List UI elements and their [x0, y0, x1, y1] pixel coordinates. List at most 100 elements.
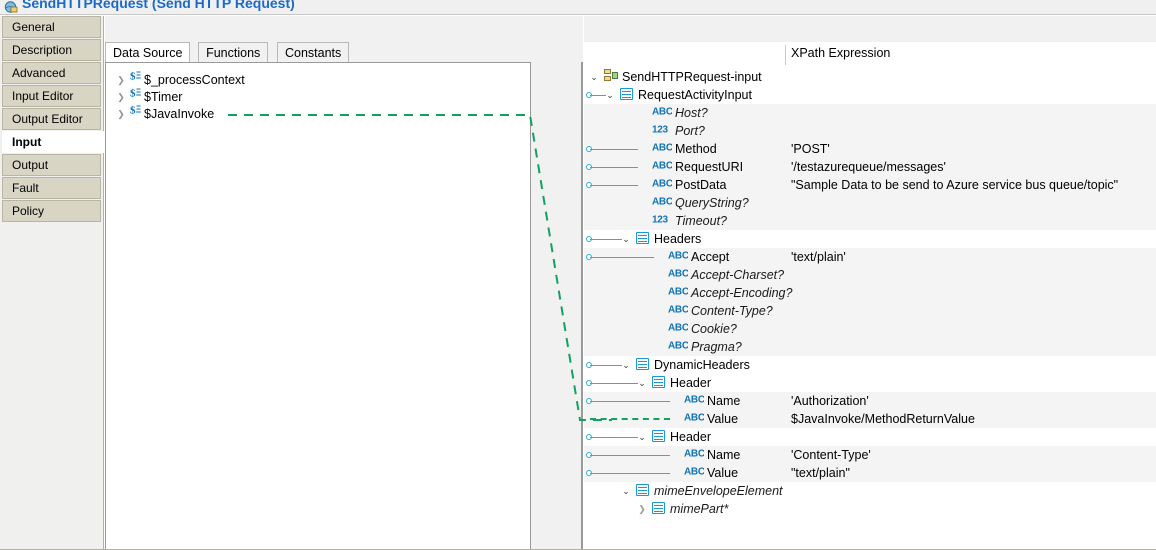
tree-row[interactable]: ABCName'Authorization': [584, 392, 1156, 410]
xpath-expression-value[interactable]: 'Authorization': [791, 392, 869, 410]
tree-row[interactable]: ABCPragma?: [584, 338, 1156, 356]
element-icon: [636, 356, 649, 374]
abc-type-icon: ABC: [668, 338, 688, 356]
tree-row[interactable]: ⌄ mimeEnvelopeElement: [584, 482, 1156, 500]
tree-row-label: Port?: [675, 122, 705, 140]
activity-input-mapper: SendHTTPRequest (Send HTTP Request) Gene…: [0, 0, 1156, 550]
svg-text:ABC: ABC: [668, 287, 688, 298]
target-tree-column-header: XPath Expression: [584, 42, 1156, 68]
tree-row[interactable]: ABCContent-Type?: [584, 302, 1156, 320]
tree-row[interactable]: ABCHost?: [584, 104, 1156, 122]
chevron-right-icon[interactable]: ❯: [114, 105, 128, 123]
data-source-item[interactable]: ❯$$Timer: [114, 87, 182, 105]
target-tree-panel: XPath Expression ⌄SendHTTPRequest-input⌄…: [584, 16, 1156, 550]
tree-row-label: Cookie?: [691, 320, 737, 338]
svg-text:123: 123: [652, 215, 669, 226]
xpath-expression-value[interactable]: '/testazurequeue/messages': [791, 158, 946, 176]
xpath-expression-value[interactable]: "Sample Data to be send to Azure service…: [791, 176, 1118, 194]
svg-text:ABC: ABC: [652, 197, 672, 208]
abc-type-icon: ABC: [668, 266, 688, 284]
tree-row-label: Content-Type?: [691, 302, 773, 320]
data-source-tree[interactable]: ❯$$_processContext❯$$Timer❯$$JavaInvoke: [105, 62, 583, 550]
sidebar-item-output[interactable]: Output: [2, 154, 101, 176]
tree-row-label: DynamicHeaders: [654, 356, 750, 374]
chevron-right-icon[interactable]: ❯: [636, 500, 648, 518]
abc-type-icon: ABC: [684, 446, 704, 464]
tree-row[interactable]: ABCPostData"Sample Data to be send to Az…: [584, 176, 1156, 194]
tree-row[interactable]: ABCQueryString?: [584, 194, 1156, 212]
element-icon: [620, 86, 633, 104]
sidebar-item-output-editor[interactable]: Output Editor: [2, 108, 101, 130]
tree-row[interactable]: ⌄Headers: [584, 230, 1156, 248]
xpath-expression-column-label: XPath Expression: [791, 46, 890, 60]
tree-row[interactable]: ABCName'Content-Type': [584, 446, 1156, 464]
number-type-icon: 123: [652, 122, 672, 140]
tree-row[interactable]: ABCAccept-Charset?: [584, 266, 1156, 284]
tree-row[interactable]: ABCRequestURI'/testazurequeue/messages': [584, 158, 1156, 176]
tree-row[interactable]: ❯ mimePart*: [584, 500, 1156, 518]
tree-row[interactable]: ⌄Header: [584, 428, 1156, 446]
tree-row[interactable]: ABCMethod'POST': [584, 140, 1156, 158]
chevron-down-icon[interactable]: ⌄: [588, 68, 600, 86]
abc-type-icon: ABC: [668, 284, 688, 302]
chevron-down-icon[interactable]: ⌄: [636, 374, 648, 392]
tab-constants[interactable]: Constants: [277, 42, 349, 63]
svg-text:ABC: ABC: [652, 107, 672, 118]
tree-row-label: mimeEnvelopeElement: [654, 482, 783, 500]
tree-row[interactable]: ABCValue$JavaInvoke/MethodReturnValue: [584, 410, 1156, 428]
tree-row[interactable]: ABCAccept-Encoding?: [584, 284, 1156, 302]
svg-text:ABC: ABC: [652, 179, 672, 190]
tree-row[interactable]: ABCAccept'text/plain': [584, 248, 1156, 266]
sidebar-item-fault[interactable]: Fault: [2, 177, 101, 199]
xpath-expression-value[interactable]: 'text/plain': [791, 248, 846, 266]
tree-row-label: mimePart*: [670, 500, 728, 518]
sidebar-item-advanced[interactable]: Advanced: [2, 62, 101, 84]
xpath-expression-value[interactable]: 'Content-Type': [791, 446, 871, 464]
sidebar-item-label: General: [12, 20, 55, 34]
tree-row[interactable]: ⌄RequestActivityInput: [584, 86, 1156, 104]
tree-row[interactable]: ⌄ Header: [584, 374, 1156, 392]
sidebar-item-input[interactable]: Input: [2, 131, 104, 153]
sidebar-item-input-editor[interactable]: Input Editor: [2, 85, 101, 107]
chevron-down-icon[interactable]: ⌄: [604, 86, 616, 104]
abc-type-icon: ABC: [652, 158, 672, 176]
abc-type-icon: ABC: [668, 248, 688, 266]
chevron-down-icon[interactable]: ⌄: [620, 230, 632, 248]
tab-data-source[interactable]: Data Source: [105, 42, 190, 63]
xpath-expression-value[interactable]: $JavaInvoke/MethodReturnValue: [791, 410, 975, 428]
sidebar-item-general[interactable]: General: [2, 16, 101, 38]
xpath-expression-value[interactable]: "text/plain": [791, 464, 850, 482]
tree-row[interactable]: ABCValue"text/plain": [584, 464, 1156, 482]
tree-row[interactable]: 123Timeout?: [584, 212, 1156, 230]
element-icon: [636, 230, 649, 248]
tree-row[interactable]: ⌄ DynamicHeaders: [584, 356, 1156, 374]
abc-type-icon: ABC: [684, 464, 704, 482]
abc-type-icon: ABC: [652, 140, 672, 158]
settings-tabstrip: GeneralDescriptionAdvancedInput EditorOu…: [0, 16, 104, 550]
xpath-expression-value[interactable]: 'POST': [791, 140, 830, 158]
tree-row[interactable]: ABCCookie?: [584, 320, 1156, 338]
number-type-icon: 123: [652, 212, 672, 230]
data-source-gutter: [530, 62, 582, 550]
tree-row-label: Value: [707, 410, 738, 428]
tree-row-label: Accept-Encoding?: [691, 284, 792, 302]
svg-text:ABC: ABC: [668, 323, 688, 334]
chevron-down-icon[interactable]: ⌄: [620, 482, 632, 500]
element-icon: [652, 374, 665, 392]
sidebar-item-description[interactable]: Description: [2, 39, 101, 61]
target-tree-toolbar: [584, 16, 1156, 42]
tree-row[interactable]: ⌄SendHTTPRequest-input: [584, 68, 1156, 86]
tree-row[interactable]: 123Port?: [584, 122, 1156, 140]
tab-functions[interactable]: Functions: [198, 42, 268, 63]
svg-text:ABC: ABC: [668, 305, 688, 316]
column-divider[interactable]: [785, 45, 786, 65]
tree-row-label: Header: [670, 374, 711, 392]
chevron-down-icon[interactable]: ⌄: [636, 428, 648, 446]
data-source-item[interactable]: ❯$$_processContext: [114, 70, 245, 88]
chevron-down-icon[interactable]: ⌄: [620, 356, 632, 374]
sidebar-item-policy[interactable]: Policy: [2, 200, 101, 222]
svg-text:ABC: ABC: [668, 341, 688, 352]
window-titlebar: SendHTTPRequest (Send HTTP Request): [0, 0, 1156, 15]
target-tree-rows[interactable]: ⌄SendHTTPRequest-input⌄RequestActivityIn…: [584, 68, 1156, 550]
data-source-item[interactable]: ❯$$JavaInvoke: [114, 104, 214, 122]
